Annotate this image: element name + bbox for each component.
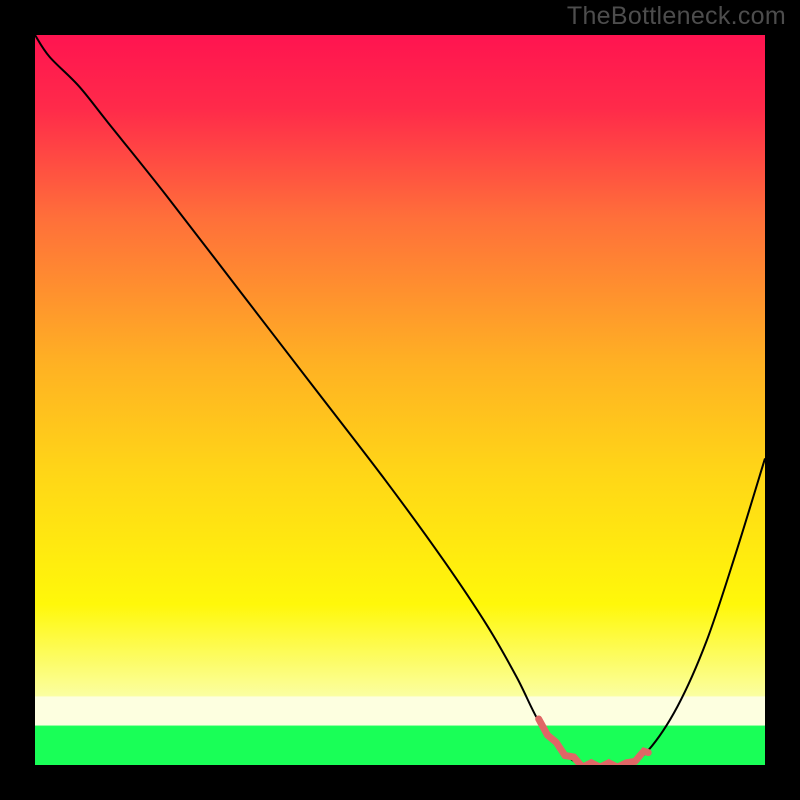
gradient-background (35, 35, 765, 765)
watermark-text: TheBottleneck.com (567, 2, 786, 31)
plot-svg (35, 35, 765, 765)
plot-area (35, 35, 765, 765)
chart-frame: TheBottleneck.com (0, 0, 800, 800)
